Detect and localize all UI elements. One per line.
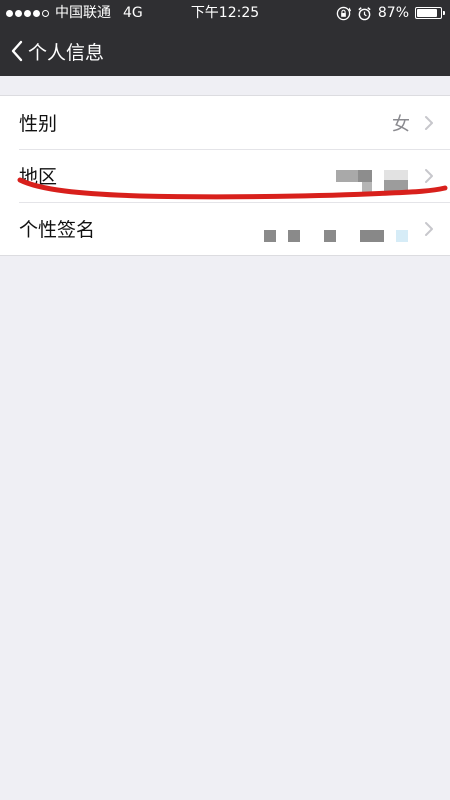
row-value-gender: 女 <box>392 113 410 135</box>
back-button[interactable]: 个人信息 <box>10 26 104 76</box>
network-type: 4G <box>123 5 143 21</box>
row-gender[interactable]: 性别 女 <box>0 96 450 149</box>
chevron-right-icon <box>425 116 433 130</box>
battery-percentage: 87% <box>377 5 409 21</box>
row-signature[interactable]: 个性签名 <box>0 202 450 255</box>
row-label-gender: 性别 <box>19 113 58 135</box>
status-left: 中国联通 4G <box>6 0 143 26</box>
chevron-right-icon <box>425 222 433 236</box>
battery-level-fill <box>417 9 437 17</box>
status-right: 87% <box>336 0 445 26</box>
chevron-right-icon <box>425 169 433 183</box>
row-label-region: 地区 <box>19 166 58 188</box>
row-label-signature: 个性签名 <box>19 219 96 241</box>
carrier-name: 中国联通 <box>55 5 111 21</box>
battery-icon <box>415 7 445 19</box>
chevron-left-icon <box>11 40 23 62</box>
navigation-bar: 个人信息 <box>0 26 450 76</box>
row-region[interactable]: 地区 <box>0 149 450 202</box>
signal-strength-icon <box>6 9 49 17</box>
page-title: 个人信息 <box>28 41 105 64</box>
rotation-lock-icon <box>336 6 351 20</box>
profile-info-list: 性别 女 地区 个性签名 <box>0 95 450 256</box>
alarm-clock-icon <box>358 6 371 20</box>
status-bar: 中国联通 4G 下午12:25 87% <box>0 0 450 26</box>
